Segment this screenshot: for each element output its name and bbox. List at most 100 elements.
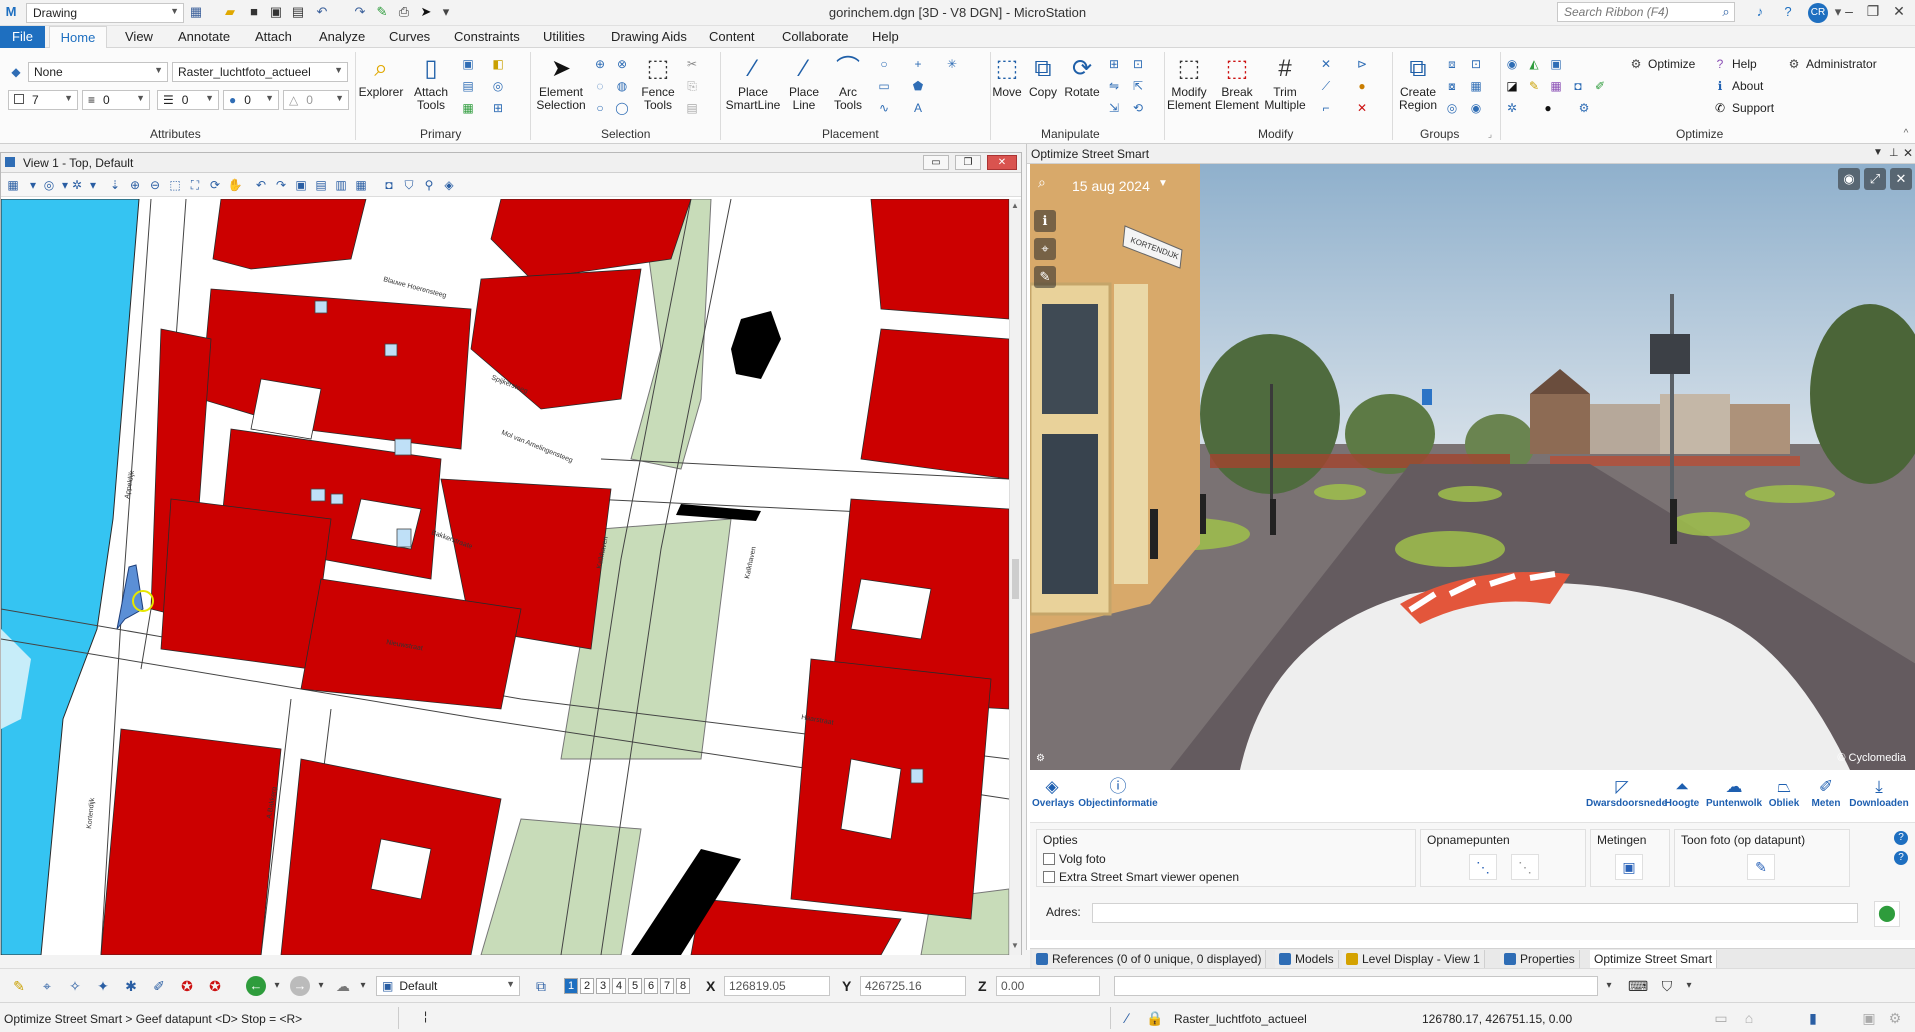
annotation-icon[interactable]: ✎	[1034, 266, 1056, 288]
hoogte-button[interactable]: ⏶ Hoogte	[1662, 776, 1702, 809]
shape-icon[interactable]: ⬟	[910, 78, 926, 94]
minimize-button[interactable]: –	[1838, 3, 1860, 21]
optimize-map-icon[interactable]: ◭	[1526, 56, 1542, 72]
view-minimize-button[interactable]: ▭	[923, 155, 949, 170]
chevron-down-icon[interactable]: ▾	[312, 977, 330, 995]
admin-gear-icon[interactable]: ⚙	[1786, 56, 1802, 72]
mirror-icon[interactable]: ⇋	[1106, 78, 1122, 94]
camera-icon[interactable]: ◘	[381, 177, 397, 193]
arc-tools-button[interactable]: ⌒ Arc Tools	[826, 54, 870, 112]
level-combo-none[interactable]: None ▼	[28, 62, 168, 82]
tab-references[interactable]: References (0 of 0 unique, 0 displayed)	[1032, 950, 1267, 968]
group-icon[interactable]: ⧈	[1444, 56, 1460, 72]
select-invert-icon[interactable]: ◍	[614, 78, 630, 94]
view-attributes-icon[interactable]: ▦	[5, 177, 21, 193]
recording-date[interactable]: 15 aug 2024	[1072, 178, 1150, 194]
explorer-button[interactable]: ⌕ Explorer	[358, 54, 404, 99]
view-number-6[interactable]: 6	[644, 978, 658, 994]
notification-bell-icon[interactable]: ♪	[1752, 4, 1768, 20]
element-info-icon[interactable]: ✎	[10, 977, 28, 995]
view-next-icon[interactable]: ↷	[273, 177, 289, 193]
clip-volume-icon[interactable]: ▤	[313, 177, 329, 193]
view-number-3[interactable]: 3	[596, 978, 610, 994]
y-coordinate-input[interactable]: 426725.16	[860, 976, 966, 996]
active-level-status[interactable]: Raster_luchtfoto_actueel	[1174, 1012, 1307, 1026]
extra-viewer-checkbox[interactable]	[1043, 871, 1055, 883]
optimize-pen-icon[interactable]: ✐	[1592, 78, 1608, 94]
view-vertical-scrollbar[interactable]: ▲ ▼	[1009, 199, 1021, 955]
keyin-browser-icon[interactable]: ⌨	[1628, 977, 1648, 995]
view-close-button[interactable]: ✕	[987, 155, 1017, 170]
keypoint-snap-icon[interactable]: ✧	[66, 977, 84, 995]
lock-icon[interactable]: ◉	[1468, 100, 1484, 116]
streetsmart-view-icon[interactable]: ◈	[441, 177, 457, 193]
attach-tools-button[interactable]: ▯ Attach Tools	[406, 54, 456, 112]
help-icon[interactable]: ?	[1712, 56, 1728, 72]
save-status-icon[interactable]: ▣	[1860, 1009, 1878, 1027]
walk-icon[interactable]: ⚲	[421, 177, 437, 193]
power-selector-icon[interactable]: ◌	[592, 78, 608, 94]
search-ribbon-input[interactable]: Search Ribbon (F4)	[1557, 2, 1735, 22]
support-link[interactable]: Support	[1732, 101, 1774, 115]
location-pin-icon[interactable]: ⬤	[1874, 901, 1900, 927]
optimize-grid-icon[interactable]: ▦	[1548, 78, 1564, 94]
info-icon[interactable]: ℹ	[1034, 210, 1056, 232]
objectinformatie-button[interactable]: ⓘ Objectinformatie	[1076, 776, 1160, 809]
element-selection-button[interactable]: ➤ Element Selection	[533, 54, 589, 112]
sheet-icon[interactable]: ⌂	[1740, 1009, 1758, 1027]
zoom-in-icon[interactable]: ⊕	[127, 177, 143, 193]
chevron-down-icon[interactable]: ▾	[25, 177, 41, 193]
lighting-icon[interactable]: ✲	[69, 177, 85, 193]
optimize-camera-icon[interactable]: ◘	[1570, 78, 1586, 94]
view-group-combo[interactable]: ▣ Default ▼	[376, 976, 520, 996]
extend-icon[interactable]: ✕	[1318, 56, 1334, 72]
map-canvas[interactable]: Blauwe Hoerensteeg Spijkersteeg Mol van …	[1, 199, 1009, 955]
view-number-5[interactable]: 5	[628, 978, 642, 994]
filter-icon[interactable]: ⛉	[401, 177, 417, 193]
fullscreen-icon[interactable]: ⤢	[1864, 168, 1886, 190]
pan-icon[interactable]: ✋	[227, 177, 243, 193]
save-measurement-button[interactable]: ▣	[1615, 854, 1643, 880]
opnamepunten-show-button[interactable]: ⋱	[1469, 854, 1497, 880]
puntenwolk-button[interactable]: ☁ Puntenwolk	[1706, 776, 1762, 809]
optimize-place-icon[interactable]: ◉	[1504, 56, 1520, 72]
dialog-launcher-icon[interactable]: ⌟	[1482, 126, 1498, 142]
center-snap-icon[interactable]: ✱	[122, 977, 140, 995]
help-icon[interactable]: ?	[1780, 4, 1796, 20]
view-windows-icon[interactable]: ⧉	[532, 977, 550, 995]
partial-delete-icon[interactable]: ⟋	[1318, 78, 1334, 94]
priority-combo[interactable]: △ 0 ▼	[283, 90, 349, 110]
keyin-input[interactable]	[1114, 976, 1598, 996]
tab-analyze[interactable]: Analyze	[317, 29, 367, 44]
view-restore-button[interactable]: ❐	[955, 155, 981, 170]
settings-status-icon[interactable]: ⚙	[1886, 1009, 1904, 1027]
line-weight-combo[interactable]: ☰ 0 ▼	[157, 90, 219, 110]
delete-icon[interactable]: ✕	[1354, 100, 1370, 116]
copy-button[interactable]: ⧉ Copy	[1026, 54, 1060, 99]
zoom-out-icon[interactable]: ⊖	[147, 177, 163, 193]
adres-input[interactable]	[1092, 903, 1858, 923]
ungroup-icon[interactable]: ⧇	[1444, 78, 1460, 94]
optimize-gear-icon[interactable]: ⚙	[1576, 100, 1592, 116]
view-number-7[interactable]: 7	[660, 978, 674, 994]
accusnap-status-icon[interactable]: ∕	[1118, 1009, 1136, 1027]
paste-icon[interactable]: ▤	[684, 100, 700, 116]
view-number-8[interactable]: 8	[676, 978, 690, 994]
stretch-icon[interactable]: ⇱	[1130, 78, 1146, 94]
align-icon[interactable]: ⇲	[1106, 100, 1122, 116]
chevron-down-icon[interactable]: ▾	[85, 177, 101, 193]
select-all-icon[interactable]: ⊕	[592, 56, 608, 72]
copy-view-icon[interactable]: ▣	[293, 177, 309, 193]
transparency-combo[interactable]: ● 0 ▼	[223, 90, 279, 110]
levels-icon[interactable]: ◧	[490, 56, 506, 72]
scroll-thumb[interactable]	[1012, 559, 1019, 599]
modify-element-button[interactable]: ⬚ Modify Element	[1166, 54, 1212, 112]
downloaden-button[interactable]: ⤓ Downloaden	[1848, 776, 1910, 809]
clip-mask-icon[interactable]: ▥	[333, 177, 349, 193]
tab-drawing-aids[interactable]: Drawing Aids	[609, 29, 689, 44]
panorama-viewer[interactable]: KORTENDIJK ⌕ 15 aug 2024 ▼ ℹ ⌖ ✎ ◉ ⤢ ✕ ⚙…	[1030, 164, 1915, 770]
back-arrow-icon[interactable]: ←	[246, 976, 266, 996]
optimize-fill-icon[interactable]: ◪	[1504, 78, 1520, 94]
point-icon[interactable]: +	[910, 56, 926, 72]
place-smartline-button[interactable]: ∕ Place SmartLine	[724, 54, 782, 112]
